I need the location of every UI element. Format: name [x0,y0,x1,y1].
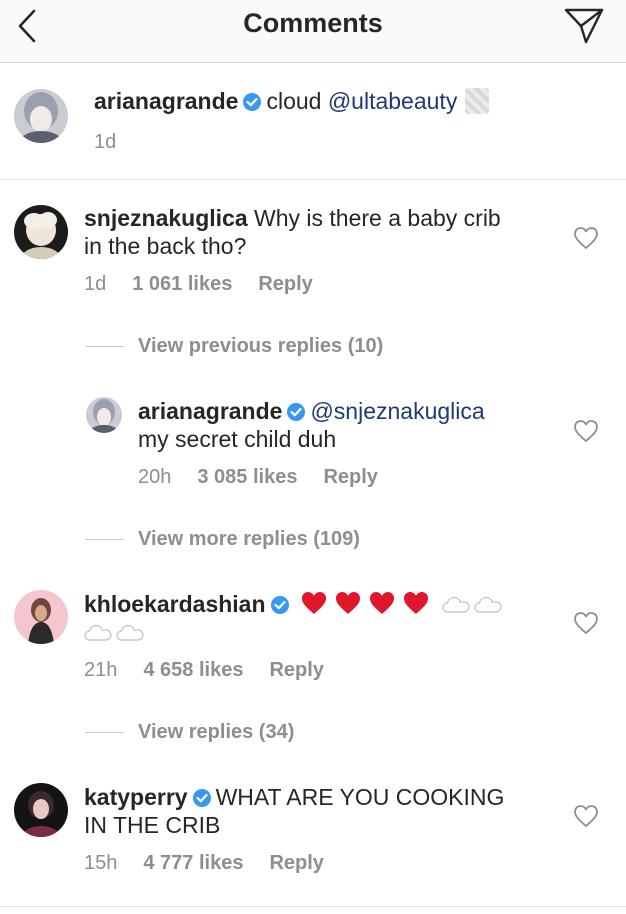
reply-meta: 20h 3 085 likes Reply [138,466,404,489]
comment-likes[interactable]: 4 658 likes [143,659,243,681]
comment-body-line2: IN THE CRIB [84,812,221,838]
view-replies[interactable]: View replies (34) [86,721,294,749]
like-heart-icon[interactable] [573,419,599,443]
comment-likes[interactable]: 1 061 likes [132,273,232,295]
cloud-emoji-icon [84,624,112,641]
comment-body-line2: in the back tho? [84,233,247,259]
divider [86,539,124,541]
comment-username[interactable]: katyperry [84,784,188,810]
caption-body: cloud [266,88,322,114]
bottom-divider [0,906,626,907]
red-heart-emoji-icon [369,592,394,614]
divider [86,346,124,348]
cloud-emoji-icon [474,596,502,613]
red-heart-emoji-icon [335,592,360,614]
comments-header: Comments [0,0,626,63]
comment-body-line1: Why is there a baby crib [254,205,501,231]
cloud-emoji-icon [116,624,144,641]
caption-text: arianagrande cloud @ultabeauty [94,87,490,115]
cloud-emoji-icon [442,596,470,613]
comment-emojis [300,591,506,617]
reply-button[interactable]: Reply [258,273,312,295]
verified-badge-icon [270,596,289,614]
reply-mention[interactable]: @snjeznakuglica [310,398,484,424]
avatar[interactable] [14,205,68,259]
comment-meta: 21h 4 658 likes Reply [84,659,350,682]
avatar[interactable] [14,590,68,644]
like-heart-icon[interactable] [573,611,599,635]
view-more-replies-label: View more replies (109) [138,528,360,550]
divider [86,732,124,734]
page-title: Comments [243,8,383,38]
comment-emojis-line2 [84,618,148,646]
like-heart-icon[interactable] [573,226,599,250]
comment-text: snjeznakuglica Why is there a baby crib [84,204,501,232]
share-button[interactable] [563,6,605,46]
comment-text: katyperry WHAT ARE YOU COOKING [84,783,504,811]
red-heart-emoji-icon [403,592,428,614]
comment-username[interactable]: khloekardashian [84,591,266,617]
verified-badge-icon [192,789,211,807]
verified-badge-icon [287,403,306,421]
caption-time: 1d [94,131,117,153]
comment-username[interactable]: snjeznakuglica [84,205,248,231]
caption-mention[interactable]: @ultabeauty [328,88,458,114]
blurred-emoji-icon [465,88,490,114]
paper-plane-icon [564,8,604,44]
reply-body: my secret child duh [138,426,337,452]
comment-time: 15h [84,852,118,874]
reply-text: arianagrande @snjeznakuglica [138,397,485,425]
like-heart-icon[interactable] [573,804,599,828]
view-replies-label: View replies (34) [138,721,295,743]
reply-time: 20h [138,466,172,488]
caption-username[interactable]: arianagrande [94,88,238,114]
reply-likes[interactable]: 3 085 likes [197,466,297,488]
comment-time: 1d [84,273,107,295]
comment-body-line1: WHAT ARE YOU COOKING [215,784,505,810]
reply-username[interactable]: arianagrande [138,398,282,424]
view-previous-replies[interactable]: View previous replies (10) [86,335,383,363]
comment-meta: 15h 4 777 likes Reply [84,852,350,875]
reply-button[interactable]: Reply [269,852,323,874]
comment-likes[interactable]: 4 777 likes [143,852,243,874]
reply-button[interactable]: Reply [323,466,377,488]
caption-meta: 1d [94,131,142,154]
comment-meta: 1d 1 061 likes Reply [84,273,339,296]
red-heart-emoji-icon [301,592,326,614]
comment-time: 21h [84,659,118,681]
reply-button[interactable]: Reply [269,659,323,681]
view-more-replies[interactable]: View more replies (109) [86,528,360,556]
verified-badge-icon [243,93,262,111]
post-caption: arianagrande cloud @ultabeauty 1d [0,63,626,180]
avatar[interactable] [14,89,68,143]
comment-text: khloekardashian [84,590,506,618]
view-previous-replies-label: View previous replies (10) [138,335,384,357]
avatar[interactable] [14,783,68,837]
avatar[interactable] [86,397,122,433]
